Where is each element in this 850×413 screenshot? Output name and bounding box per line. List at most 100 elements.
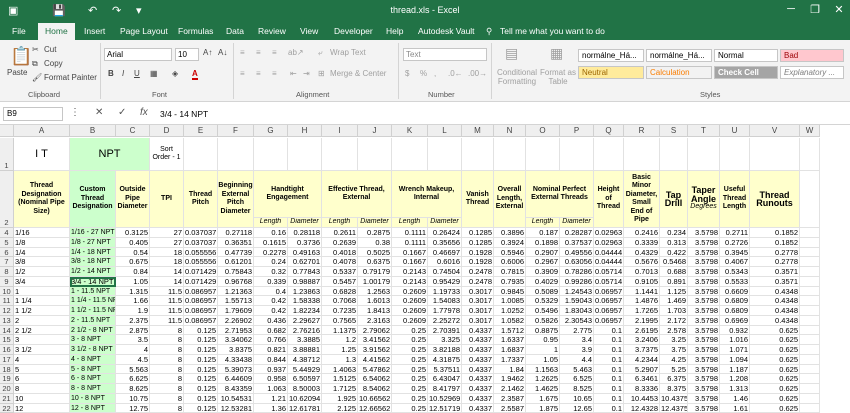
cell-P7[interactable]: 0.63056 <box>560 257 594 267</box>
cell-C6[interactable]: 0.54 <box>116 248 150 258</box>
cell-Q19[interactable]: 0.1 <box>594 374 624 384</box>
cell-M4[interactable]: 0.1285 <box>462 228 494 238</box>
restore-icon[interactable]: ❐ <box>808 3 822 16</box>
column-header-S[interactable]: S <box>660 125 688 137</box>
cell-E22[interactable]: 0.125 <box>184 404 218 413</box>
cell-V21[interactable]: 0.625 <box>750 394 800 404</box>
cell-F12[interactable]: 1.79609 <box>218 306 254 316</box>
cell-B15[interactable]: 3 - 8 NPT <box>70 335 116 345</box>
cell-F7[interactable]: 0.61201 <box>218 257 254 267</box>
cell-empty[interactable] <box>358 138 392 171</box>
cell-empty[interactable] <box>800 394 820 404</box>
cell-P21[interactable]: 10.65 <box>560 394 594 404</box>
decrease-indent-icon[interactable]: ⇤ <box>290 69 297 78</box>
cell-H22[interactable]: 12.61781 <box>288 404 322 413</box>
close-icon[interactable]: ✕ <box>832 3 846 16</box>
cell-V17[interactable]: 0.625 <box>750 355 800 365</box>
cell-E13[interactable]: 0.086957 <box>184 316 218 326</box>
column-header-B[interactable]: B <box>70 125 116 137</box>
cell-C18[interactable]: 5.563 <box>116 365 150 375</box>
cell-F6[interactable]: 0.47739 <box>218 248 254 258</box>
cell-D1[interactable]: Sort Order - 1 <box>150 138 184 171</box>
cell-E12[interactable]: 0.086957 <box>184 306 218 316</box>
cell-G10[interactable]: 0.4 <box>254 287 288 297</box>
cell-T19[interactable]: 3.5798 <box>688 374 720 384</box>
cell-T17[interactable]: 3.5798 <box>688 355 720 365</box>
cell-N17[interactable]: 1.7337 <box>494 355 526 365</box>
cell-J8[interactable]: 0.79179 <box>358 267 392 277</box>
middle-align-icon[interactable]: ≡ <box>256 48 261 57</box>
cell-C20[interactable]: 8.625 <box>116 384 150 394</box>
style-normal[interactable]: Normal <box>714 49 778 62</box>
cell-T7[interactable]: 3.5798 <box>688 257 720 267</box>
cell-P18[interactable]: 5.463 <box>560 365 594 375</box>
cell-G8[interactable]: 0.32 <box>254 267 288 277</box>
cell-D15[interactable]: 8 <box>150 335 184 345</box>
cell-J13[interactable]: 2.3163 <box>358 316 392 326</box>
cell-empty[interactable] <box>184 138 218 171</box>
cell-A12[interactable]: 1 1/2 <box>14 306 70 316</box>
cell-P4[interactable]: 0.28287 <box>560 228 594 238</box>
cell-A20[interactable]: 8 <box>14 384 70 394</box>
cell-empty[interactable] <box>800 316 820 326</box>
cell-K9[interactable]: 0.2143 <box>392 277 428 287</box>
cell-L4[interactable]: 0.26424 <box>428 228 462 238</box>
row-header-10[interactable]: 10 <box>0 287 14 297</box>
cell-E4[interactable]: 0.037037 <box>184 228 218 238</box>
cell-empty[interactable] <box>526 138 560 171</box>
cell-O13[interactable]: 0.5826 <box>526 316 560 326</box>
cell-L12[interactable]: 1.77978 <box>428 306 462 316</box>
cell-T10[interactable]: 3.5798 <box>688 287 720 297</box>
cell-empty[interactable] <box>800 228 820 238</box>
header-KL[interactable]: Wrench Makeup, Internal <box>392 171 462 218</box>
cell-empty[interactable] <box>800 384 820 394</box>
cell-P14[interactable]: 2.775 <box>560 326 594 336</box>
cell-H16[interactable]: 3.88881 <box>288 345 322 355</box>
cell-I17[interactable]: 1.3 <box>322 355 358 365</box>
cell-S11[interactable]: 1.469 <box>660 296 688 306</box>
header-B[interactable]: Custom Thread Designation <box>70 171 116 228</box>
cell-G21[interactable]: 1.21 <box>254 394 288 404</box>
cell-N11[interactable]: 1.0085 <box>494 296 526 306</box>
cell-R11[interactable]: 1.4876 <box>624 296 660 306</box>
cell-H4[interactable]: 0.28118 <box>288 228 322 238</box>
cell-H8[interactable]: 0.77843 <box>288 267 322 277</box>
cell-S19[interactable]: 6.375 <box>660 374 688 384</box>
cell-L22[interactable]: 12.51719 <box>428 404 462 413</box>
cell-J16[interactable]: 3.91562 <box>358 345 392 355</box>
format-painter-icon[interactable]: 🖌 <box>32 73 42 82</box>
cell-G5[interactable]: 0.1615 <box>254 238 288 248</box>
row-header-21[interactable]: 21 <box>0 394 14 404</box>
cell-T6[interactable]: 3.5798 <box>688 248 720 258</box>
style-neutral[interactable]: Neutral <box>578 66 644 79</box>
cell-A22[interactable]: 12 <box>14 404 70 413</box>
cell-N6[interactable]: 0.5946 <box>494 248 526 258</box>
cell-empty[interactable] <box>800 238 820 248</box>
tab-data[interactable]: Data <box>226 26 244 36</box>
cell-V14[interactable]: 0.625 <box>750 326 800 336</box>
cell-I4[interactable]: 0.2611 <box>322 228 358 238</box>
cell-N12[interactable]: 1.0252 <box>494 306 526 316</box>
cell-P16[interactable]: 3.9 <box>560 345 594 355</box>
cell-S7[interactable]: 0.5468 <box>660 257 688 267</box>
cell-D7[interactable]: 18 <box>150 257 184 267</box>
cell-O4[interactable]: 0.187 <box>526 228 560 238</box>
cell-E20[interactable]: 0.125 <box>184 384 218 394</box>
cell-V16[interactable]: 0.625 <box>750 345 800 355</box>
cell-H6[interactable]: 0.49163 <box>288 248 322 258</box>
tab-view[interactable]: View <box>300 26 318 36</box>
orientation-icon[interactable]: ab↗ <box>288 48 304 57</box>
cell-V9[interactable]: 0.3571 <box>750 277 800 287</box>
cell-M22[interactable]: 0.4337 <box>462 404 494 413</box>
cell-Q15[interactable]: 0.1 <box>594 335 624 345</box>
cell-U8[interactable]: 0.5343 <box>720 267 750 277</box>
cell-M19[interactable]: 0.4337 <box>462 374 494 384</box>
cell-O12[interactable]: 0.5496 <box>526 306 560 316</box>
cell-F9[interactable]: 0.96768 <box>218 277 254 287</box>
cell-Q16[interactable]: 0.1 <box>594 345 624 355</box>
cell-empty[interactable] <box>688 138 720 171</box>
cell-empty[interactable] <box>800 306 820 316</box>
cell-K19[interactable]: 0.25 <box>392 374 428 384</box>
cell-L13[interactable]: 2.25272 <box>428 316 462 326</box>
cell-D21[interactable]: 8 <box>150 394 184 404</box>
